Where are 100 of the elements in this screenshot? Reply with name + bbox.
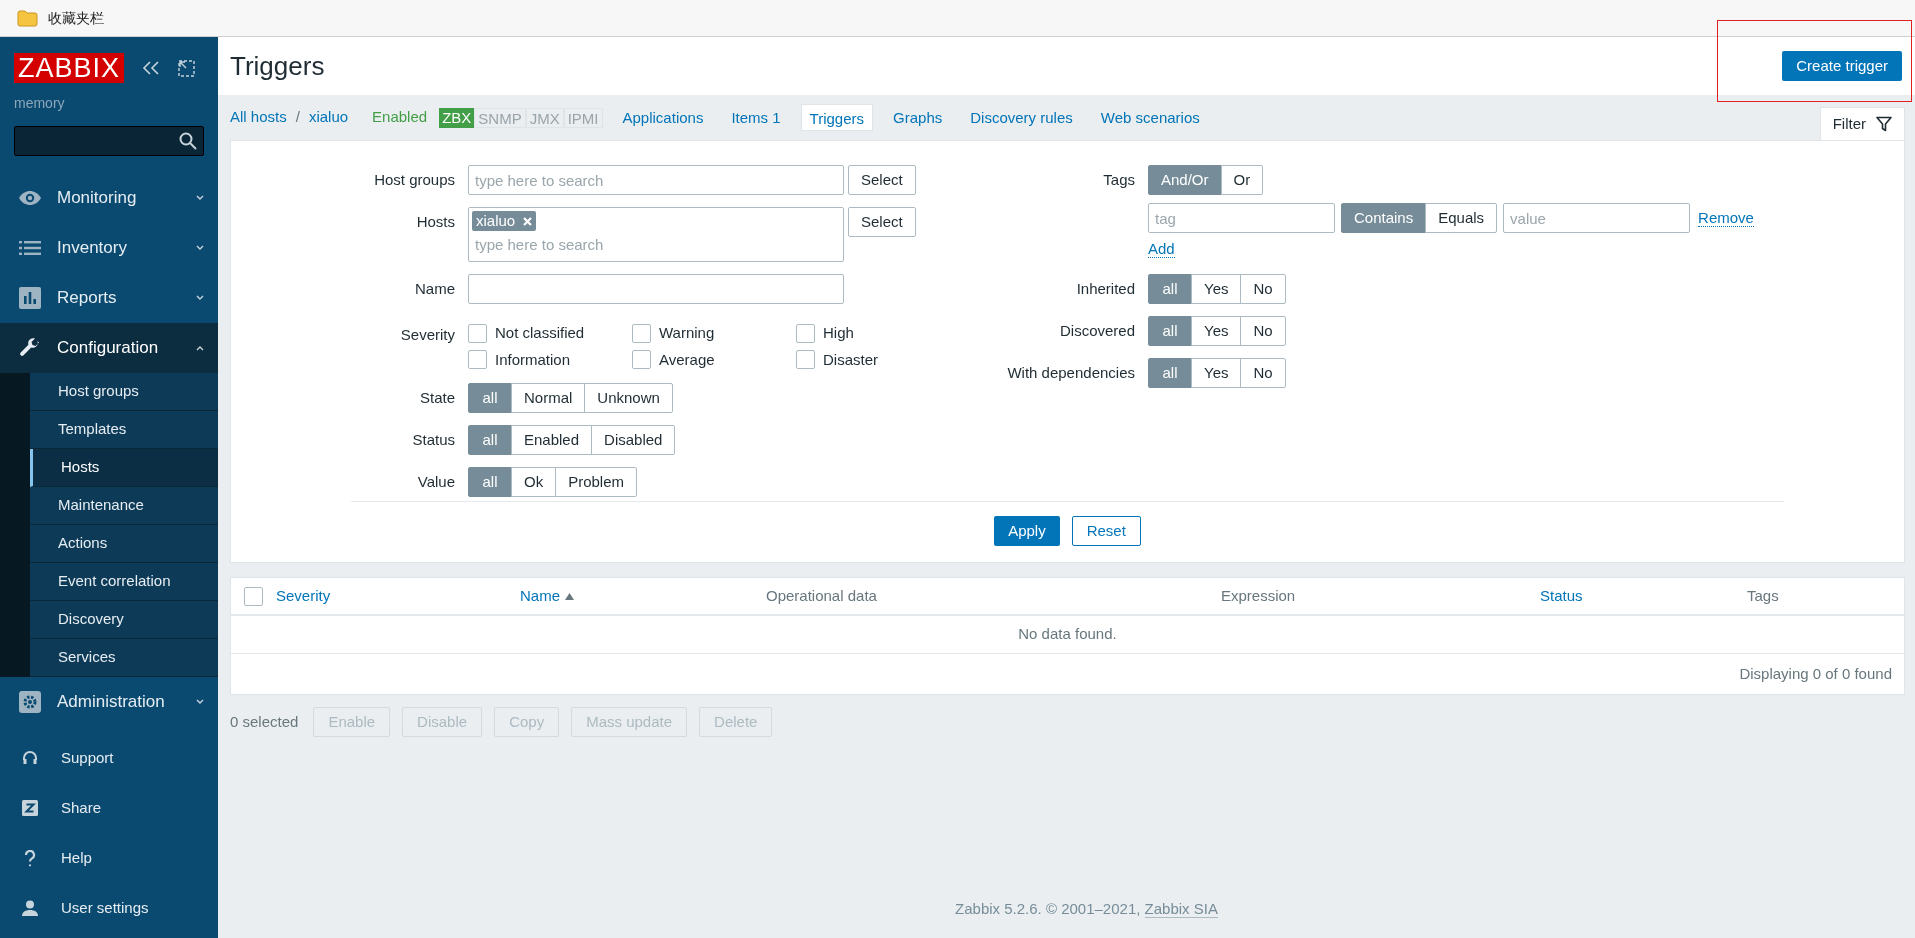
bar-chart-icon (19, 287, 41, 309)
create-trigger-button[interactable]: Create trigger (1782, 51, 1902, 81)
sidebar-menu-item[interactable]: Monitoring (0, 173, 218, 223)
segmented-option[interactable]: Or (1220, 165, 1264, 195)
segmented-option[interactable]: Yes (1191, 274, 1242, 304)
sidebar-menu-item[interactable]: Configuration (0, 323, 218, 373)
field-label: Value (417, 473, 455, 490)
collapse-icon[interactable] (142, 60, 161, 76)
segmented-option[interactable]: Yes (1191, 316, 1242, 346)
severity-checkbox[interactable]: Disaster (796, 348, 960, 371)
remove-icon[interactable] (523, 216, 533, 226)
host-tab[interactable]: Web scenarios (1092, 104, 1208, 131)
sidebar-submenu-item[interactable]: Hosts (30, 449, 218, 487)
remove-link[interactable]: Remove (1698, 209, 1754, 227)
z-square-icon (22, 800, 38, 816)
kiosk-icon[interactable] (178, 59, 196, 77)
text-input[interactable]: value (1503, 203, 1691, 233)
segmented-option[interactable]: Equals (1425, 203, 1498, 233)
sidebar-submenu-item[interactable]: Event correlation (30, 563, 218, 601)
host-tab[interactable]: Triggers (800, 104, 874, 131)
add-link[interactable]: Add (1148, 240, 1175, 258)
server-name: memory (13, 94, 66, 113)
chevron-icon (196, 699, 204, 705)
wrench-icon (19, 337, 41, 359)
logo[interactable]: ZABBIX (14, 53, 125, 83)
page-title: Triggers (230, 49, 325, 83)
segmented-option[interactable]: Yes (1191, 358, 1242, 388)
field-label: State (419, 389, 455, 406)
sidebar-link[interactable]: Support (0, 733, 218, 783)
column-header: Operational data (766, 585, 877, 606)
sidebar-link[interactable]: Share (0, 783, 218, 833)
segmented-option[interactable]: Ok (511, 467, 557, 497)
segmented-option[interactable]: Disabled (591, 425, 676, 455)
field-label: With dependencies (1007, 364, 1135, 381)
field-label: Tags (1103, 171, 1135, 188)
host-tab[interactable]: Graphs (885, 104, 951, 131)
segmented-option[interactable]: Normal (511, 383, 586, 413)
sidebar-menu-item[interactable]: Inventory (0, 223, 218, 273)
field-label: Hosts (416, 213, 455, 230)
selected-count: 0 selected (230, 711, 299, 732)
sidebar-submenu-item[interactable]: Actions (30, 525, 218, 563)
host-tab[interactable]: Discovery rules (962, 104, 1081, 131)
host-tab[interactable]: Applications (614, 104, 712, 131)
severity-checkbox[interactable]: Information (468, 348, 632, 371)
user-icon (22, 900, 38, 916)
severity-checkbox[interactable]: Average (632, 348, 796, 371)
column-header-link[interactable]: Status (1540, 584, 1583, 608)
select-button[interactable]: Select (848, 165, 916, 195)
severity-checkbox[interactable]: High (796, 322, 960, 345)
list-icon (19, 241, 41, 255)
text-input[interactable] (468, 274, 844, 304)
sidebar-submenu-item[interactable]: Maintenance (30, 487, 218, 525)
filter-icon (1876, 116, 1892, 132)
sidebar-submenu-item[interactable]: Templates (30, 411, 218, 449)
segmented-option[interactable]: Problem (555, 467, 638, 497)
apply-button[interactable]: Apply (994, 516, 1060, 546)
select-button[interactable]: Select (848, 207, 916, 237)
severity-checkbox[interactable]: Not classified (468, 322, 632, 345)
breadcrumb-separator: / (295, 107, 300, 128)
footer-copyright: Zabbix 5.2.6. © 2001–2021, Zabbix SIA (955, 899, 1218, 920)
sidebar-submenu-item[interactable]: Services (30, 639, 218, 677)
eye-icon (18, 190, 42, 206)
segmented-option[interactable]: No (1240, 358, 1286, 388)
column-header-link[interactable]: Name (520, 584, 560, 608)
sidebar-submenu-item[interactable]: Host groups (30, 373, 218, 411)
sidebar-link[interactable]: User settings (0, 883, 218, 933)
column-header-link[interactable]: Severity (276, 584, 331, 608)
table-summary: Displaying 0 of 0 found (1739, 663, 1892, 684)
host-tab[interactable]: Items 1 (723, 104, 789, 131)
segmented-option[interactable]: No (1240, 316, 1286, 346)
chevron-icon (196, 195, 204, 201)
text-input[interactable]: tag (1148, 203, 1335, 233)
chevron-icon (196, 245, 204, 251)
chevron-icon (196, 295, 204, 301)
field-label: Severity (400, 326, 455, 343)
gear-icon (19, 691, 41, 713)
sidebar-menu-item[interactable]: Reports (0, 273, 218, 323)
sidebar-submenu-item[interactable]: Discovery (30, 601, 218, 639)
bookmarks-bar-label[interactable]: 收藏夹栏 (48, 7, 104, 29)
segmented-option[interactable]: Enabled (511, 425, 593, 455)
availability-badge: ZBX (439, 107, 475, 128)
breadcrumb-link[interactable]: All hosts (230, 106, 287, 129)
search-field[interactable] (14, 126, 204, 156)
sidebar-menu-item[interactable]: Administration (0, 677, 218, 727)
segmented-option[interactable]: Unknown (584, 383, 673, 413)
chevron-icon (196, 345, 204, 351)
search-icon[interactable] (179, 132, 197, 150)
folder-icon (17, 9, 38, 27)
text-input[interactable]: type here to search (468, 165, 844, 195)
column-header: Expression (1221, 585, 1296, 606)
sidebar-link[interactable]: Help (0, 833, 218, 883)
column-header: Tags (1747, 585, 1779, 606)
field-label: Inherited (1076, 280, 1135, 297)
reset-button[interactable]: Reset (1071, 516, 1141, 546)
host-status: Enabled (372, 107, 428, 128)
severity-checkbox[interactable]: Warning (632, 322, 796, 345)
filter-tab[interactable]: Filter (1819, 107, 1905, 140)
select-all-checkbox[interactable] (244, 586, 263, 606)
breadcrumb-link[interactable]: xialuo (308, 106, 349, 129)
segmented-option[interactable]: No (1240, 274, 1286, 304)
